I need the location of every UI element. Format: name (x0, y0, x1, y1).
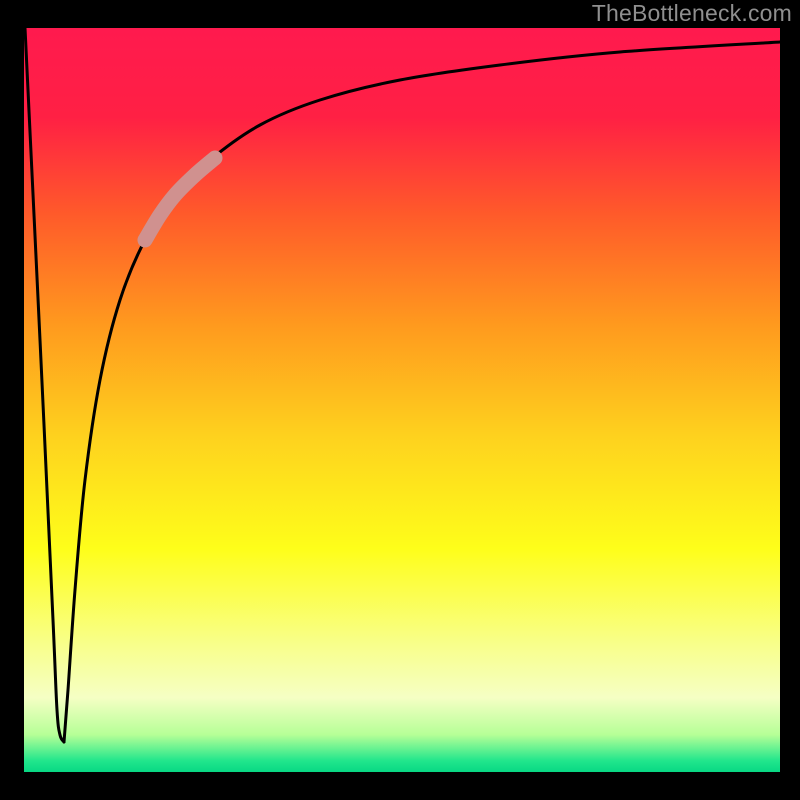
chart-frame: TheBottleneck.com (0, 0, 800, 800)
attribution-text: TheBottleneck.com (592, 0, 792, 27)
gradient-plot-area (24, 28, 780, 772)
bottleneck-chart (0, 0, 800, 800)
